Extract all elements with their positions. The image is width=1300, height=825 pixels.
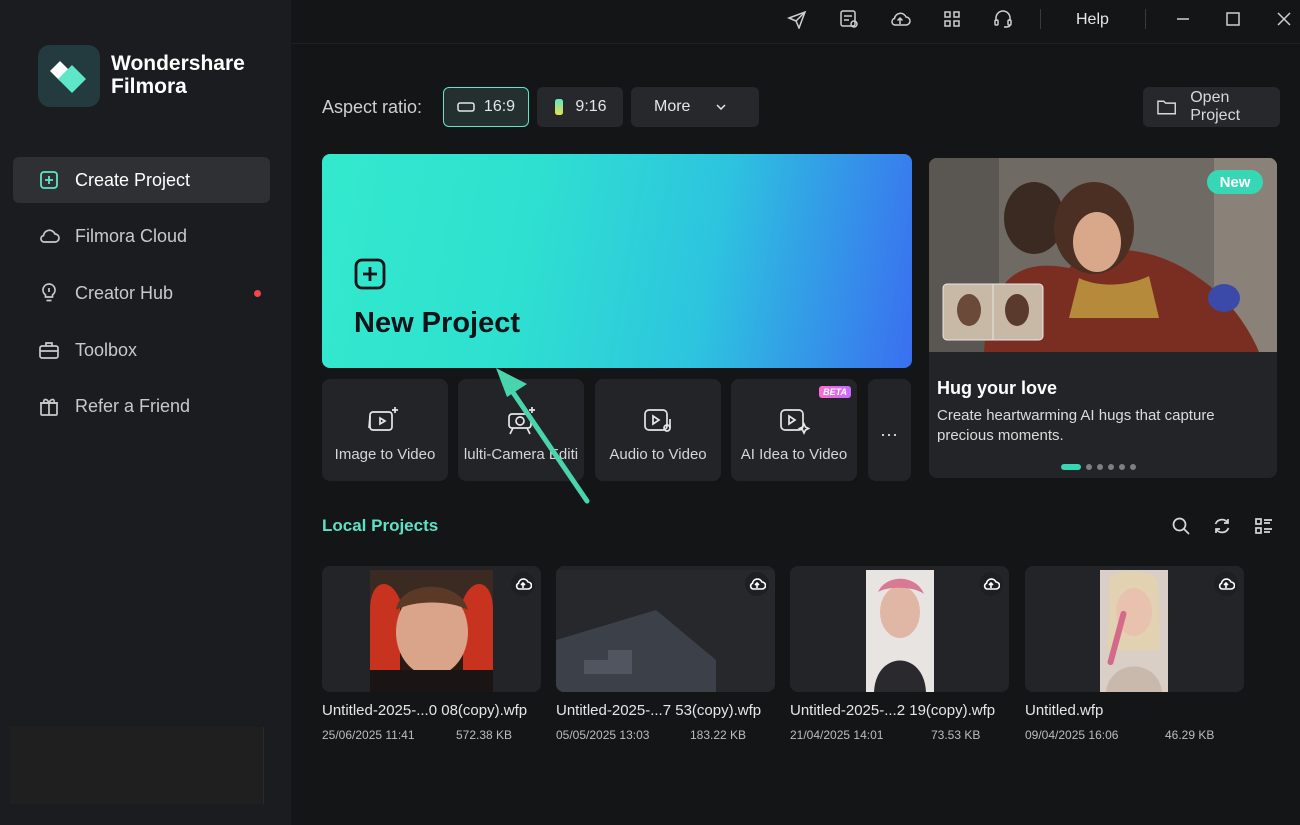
sidebar-item-creator-hub[interactable]: Creator Hub (13, 270, 270, 316)
carousel-dot[interactable] (1119, 464, 1125, 470)
gift-icon (38, 395, 60, 417)
tool-ai-idea-to-video[interactable]: BETA AI Idea to Video (731, 379, 857, 481)
sidebar-item-create-project[interactable]: Create Project (13, 157, 270, 203)
sidebar: Wondershare Filmora Create Project Filmo… (0, 0, 291, 825)
tool-image-to-video[interactable]: Image to Video (322, 379, 448, 481)
new-project-card[interactable]: New Project (322, 154, 912, 368)
help-menu[interactable]: Help (1076, 11, 1109, 29)
carousel-dot[interactable] (1108, 464, 1114, 470)
carousel-dot[interactable] (1097, 464, 1103, 470)
carousel-dot[interactable] (1061, 464, 1081, 470)
new-badge: New (1207, 170, 1263, 194)
feedback-icon[interactable] (838, 8, 860, 30)
sidebar-item-label: Create Project (75, 169, 191, 190)
tool-audio-to-video[interactable]: Audio to Video (595, 379, 721, 481)
filmora-logo-icon (38, 45, 100, 107)
promo-title: Hug your love (937, 378, 1058, 398)
cloud-upload-icon[interactable] (889, 8, 911, 30)
local-projects-title: Local Projects (322, 516, 439, 535)
aspect-ratio-label: Aspect ratio: (322, 97, 423, 117)
sidebar-item-label: Toolbox (75, 339, 138, 360)
carousel-dot[interactable] (1130, 464, 1136, 470)
beta-badge: BETA (819, 386, 851, 398)
chevron-down-icon (716, 104, 726, 110)
search-icon[interactable] (1170, 515, 1192, 537)
plus-square-icon (38, 169, 60, 191)
image-to-video-icon (368, 407, 398, 431)
project-thumbnail (370, 570, 493, 692)
project-name[interactable]: Untitled-2025-...2 19(copy).wfp (790, 702, 995, 719)
project-name[interactable]: Untitled-2025-...0 08(copy).wfp (322, 702, 527, 719)
brand-name: Wondershare Filmora (111, 52, 245, 98)
aspect-more-dropdown[interactable]: More (631, 87, 759, 127)
sidebar-item-toolbox[interactable]: Toolbox (13, 327, 270, 373)
notification-dot (254, 290, 261, 297)
sidebar-item-label: Creator Hub (75, 282, 174, 303)
promo-description: Create heartwarming AI hugs that capture… (937, 407, 1215, 442)
project-thumbnail (866, 570, 934, 692)
project-card[interactable] (556, 566, 775, 692)
cloud-upload-icon[interactable] (979, 572, 1003, 596)
headset-icon[interactable] (992, 8, 1014, 30)
maximize-icon[interactable] (1222, 8, 1244, 30)
titlebar-separator (1040, 9, 1041, 29)
project-card[interactable] (790, 566, 1009, 692)
landscape-icon (457, 102, 475, 112)
tool-multi-camera-editing[interactable]: lulti-Camera Editi (458, 379, 584, 481)
carousel-dot[interactable] (1086, 464, 1092, 470)
sidebar-item-label: Refer a Friend (75, 395, 191, 416)
promo-image: New (929, 158, 1277, 352)
sidebar-bottom-panel (10, 727, 264, 804)
project-thumbnail (556, 570, 775, 692)
carousel-dots[interactable] (1061, 464, 1136, 470)
project-name[interactable]: Untitled-2025-...7 53(copy).wfp (556, 702, 761, 719)
plus-square-icon (354, 258, 386, 290)
open-project-button[interactable]: Open Project (1143, 87, 1280, 127)
new-project-label: New Project (354, 307, 520, 339)
sidebar-item-label: Filmora Cloud (75, 225, 188, 246)
multi-camera-icon (508, 407, 535, 435)
sidebar-item-refer-a-friend[interactable]: Refer a Friend (13, 383, 270, 429)
project-date: 05/05/2025 13:03 (556, 728, 650, 742)
cloud-upload-icon[interactable] (511, 572, 535, 596)
promo-card[interactable]: New Hug your love Create heartwarming AI… (929, 158, 1277, 478)
project-card[interactable] (1025, 566, 1244, 692)
close-icon[interactable] (1273, 8, 1295, 30)
minimize-icon[interactable] (1172, 8, 1194, 30)
aspect-16-9-button[interactable]: 16:9 (443, 87, 529, 127)
refresh-icon[interactable] (1211, 515, 1233, 537)
titlebar-separator (1145, 9, 1146, 29)
toolbox-icon (38, 339, 60, 361)
project-date: 25/06/2025 11:41 (322, 728, 415, 742)
project-size: 572.38 KB (456, 728, 513, 742)
apps-grid-icon[interactable] (941, 8, 963, 30)
folder-icon (1157, 100, 1176, 115)
project-size: 46.29 KB (1165, 728, 1215, 742)
send-icon[interactable] (786, 8, 808, 30)
project-name[interactable]: Untitled.wfp (1025, 702, 1103, 719)
audio-to-video-icon (644, 409, 671, 432)
project-size: 73.53 KB (931, 728, 981, 742)
project-date: 09/04/2025 16:06 (1025, 728, 1119, 742)
cloud-upload-icon[interactable] (745, 572, 769, 596)
aspect-9-16-button[interactable]: 9:16 (537, 87, 623, 127)
more-tools-button[interactable]: ... (868, 379, 911, 481)
project-card[interactable] (322, 566, 541, 692)
titlebar-divider (291, 43, 1300, 44)
bulb-icon (38, 282, 60, 304)
portrait-icon (555, 99, 564, 115)
project-size: 183.22 KB (690, 728, 747, 742)
list-view-icon[interactable] (1253, 515, 1275, 537)
project-date: 21/04/2025 14:01 (790, 728, 884, 742)
ai-idea-icon (780, 409, 811, 435)
project-thumbnail (1100, 570, 1168, 692)
cloud-upload-icon[interactable] (1214, 572, 1238, 596)
sidebar-item-filmora-cloud[interactable]: Filmora Cloud (13, 213, 270, 259)
cloud-icon (38, 225, 60, 247)
